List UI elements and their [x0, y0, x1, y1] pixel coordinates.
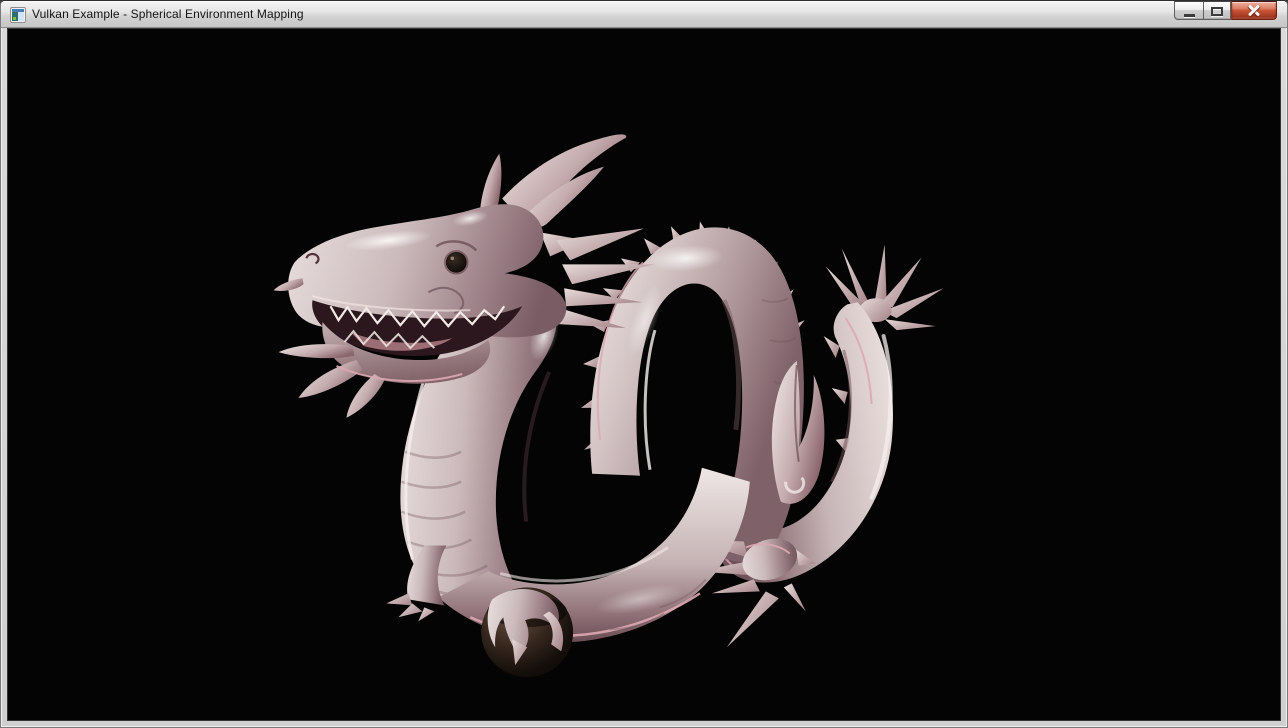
- dragon-hind-foot: [688, 532, 816, 647]
- dragon-pearl-ball: [481, 587, 573, 677]
- close-icon: [1247, 4, 1261, 18]
- dragon-lower-jaw: [322, 322, 490, 384]
- dragon-whiskers: [274, 278, 385, 418]
- minimize-button[interactable]: [1174, 1, 1203, 20]
- render-viewport[interactable]: [8, 29, 1280, 720]
- minimize-icon: [1184, 14, 1195, 17]
- dragon-tail: [718, 244, 943, 582]
- dragon-front-feet: [386, 546, 563, 666]
- dragon-belly-loop: [438, 468, 750, 642]
- dragon-render: [8, 29, 1280, 720]
- maximize-button[interactable]: [1203, 1, 1231, 20]
- dragon-head: [274, 134, 654, 417]
- titlebar[interactable]: Vulkan Example - Spherical Environment M…: [1, 1, 1287, 28]
- dragon-horn: [502, 134, 626, 214]
- dragon-body-arch: [581, 221, 805, 565]
- window-controls: [1174, 1, 1277, 21]
- close-button[interactable]: [1231, 1, 1277, 20]
- app-icon[interactable]: [10, 7, 26, 23]
- window-title: Vulkan Example - Spherical Environment M…: [32, 1, 304, 27]
- maximize-icon: [1211, 7, 1223, 16]
- dragon-eye: [446, 252, 467, 273]
- dragon-claw-curl: [772, 361, 825, 504]
- dragon-skull: [288, 204, 566, 337]
- dragon-horn: [524, 167, 604, 228]
- dragon-neck: [400, 289, 564, 627]
- dragon-mane: [556, 228, 654, 328]
- dragon-nostril: [307, 254, 319, 263]
- app-window: Vulkan Example - Spherical Environment M…: [0, 0, 1288, 728]
- dragon-mouth: [312, 300, 522, 356]
